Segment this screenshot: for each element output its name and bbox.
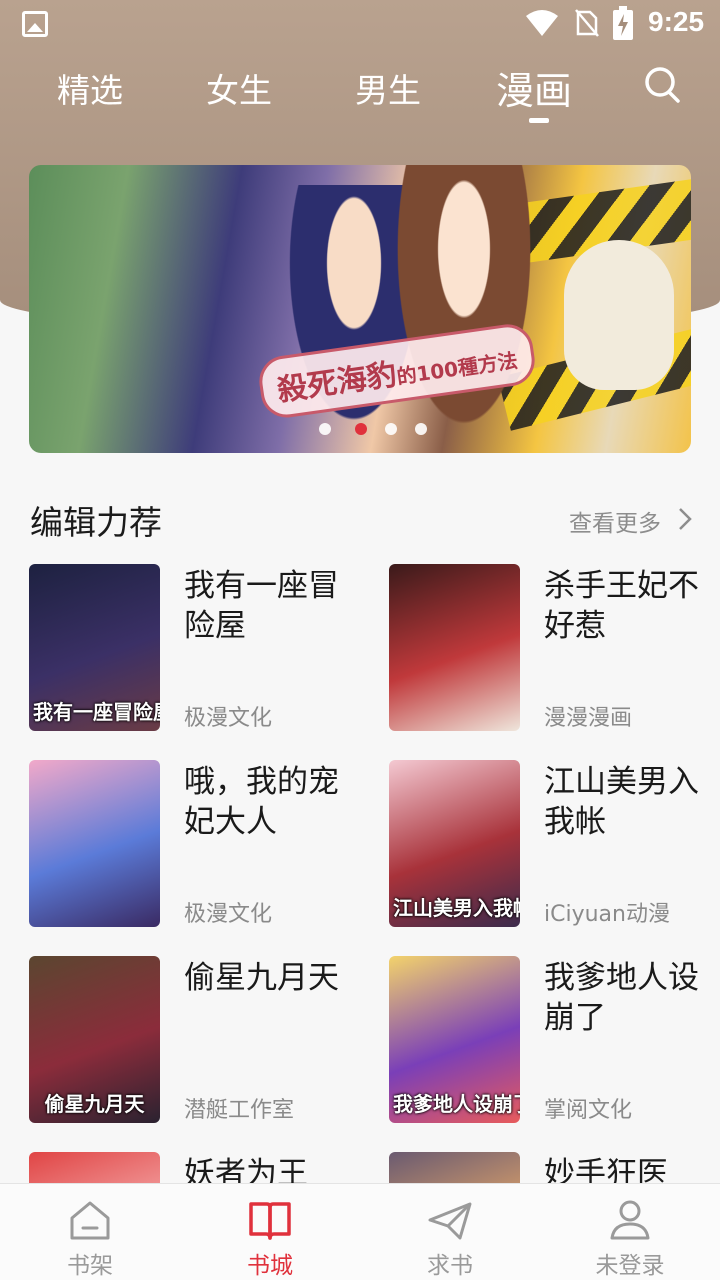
cover-caption: 江山美男入我帐 xyxy=(393,896,520,920)
book-card[interactable]: 我爹地人设崩了 我爹地人设崩了 掌阅文化 xyxy=(389,956,719,1124)
book-author: 掌阅文化 xyxy=(544,1098,633,1123)
tab-comics[interactable]: 漫画 xyxy=(496,60,572,115)
book-card[interactable]: 杀手王妃不好惹漫漫漫画 xyxy=(389,564,719,732)
carousel-dot[interactable] xyxy=(415,423,427,435)
nav-request-book[interactable]: 求书 xyxy=(360,1184,540,1280)
battery-charging-icon xyxy=(613,6,633,40)
nav-bookstore[interactable]: 书城 xyxy=(180,1184,360,1280)
book-title[interactable]: 我爹地人设崩了 xyxy=(544,958,719,1038)
chevron-right-icon[interactable] xyxy=(678,507,692,531)
user-icon xyxy=(610,1200,650,1240)
banner-character xyxy=(389,165,539,445)
nav-label: 未登录 xyxy=(595,1253,665,1279)
book-title[interactable]: 杀手王妃不好惹 xyxy=(544,566,719,646)
paper-plane-icon xyxy=(428,1202,472,1240)
book-author: iCiyuan动漫 xyxy=(544,902,670,927)
book-cover[interactable]: 我爹地人设崩了 xyxy=(389,956,520,1123)
book-title[interactable]: 哦，我的宠妃大人 xyxy=(184,762,359,842)
book-author: 极漫文化 xyxy=(184,902,273,927)
book-cover[interactable]: 我有一座冒险屋 xyxy=(29,564,160,731)
book-title[interactable]: 我有一座冒险屋 xyxy=(184,566,359,646)
book-author: 极漫文化 xyxy=(184,706,273,731)
tab-male[interactable]: 男生 xyxy=(355,64,421,112)
cover-caption: 我爹地人设崩了 xyxy=(393,1092,520,1116)
book-icon xyxy=(249,1202,291,1240)
book-cover[interactable] xyxy=(389,564,520,731)
book-card[interactable]: 我有一座冒险屋 我有一座冒险屋 极漫文化 xyxy=(29,564,359,732)
book-author: 潜艇工作室 xyxy=(184,1098,295,1123)
section-title: 编辑力荐 xyxy=(30,503,162,542)
banner-title-main: 殺死海豹 xyxy=(275,357,399,409)
banner-carousel[interactable]: 殺死海豹的100種方法 xyxy=(29,165,691,453)
banner-title-sub: 的100種方法 xyxy=(395,348,520,389)
wifi-icon xyxy=(526,10,558,36)
carousel-dot-active[interactable] xyxy=(355,423,367,435)
bottom-navigation: 书架 书城 求书 未登录 xyxy=(0,1183,720,1280)
status-bar: 9:25 xyxy=(0,0,720,50)
no-sim-icon xyxy=(575,9,599,37)
book-author: 漫漫漫画 xyxy=(544,706,633,731)
book-card[interactable]: 江山美男入我帐 江山美男入我帐 iCiyuan动漫 xyxy=(389,760,719,928)
book-cover[interactable] xyxy=(29,760,160,927)
seal-illustration xyxy=(564,240,674,390)
book-title[interactable]: 偷星九月天 xyxy=(184,958,359,998)
nav-login[interactable]: 未登录 xyxy=(540,1184,720,1280)
book-card[interactable]: 哦，我的宠妃大人极漫文化 xyxy=(29,760,359,928)
active-tab-indicator xyxy=(529,118,549,123)
nav-label: 书架 xyxy=(67,1253,113,1279)
top-tab-bar: 精选 女生 男生 漫画 xyxy=(0,58,720,128)
nav-label: 求书 xyxy=(427,1253,473,1279)
book-title[interactable]: 江山美男入我帐 xyxy=(544,762,719,842)
book-cover[interactable]: 江山美男入我帐 xyxy=(389,760,520,927)
cover-caption: 我有一座冒险屋 xyxy=(33,700,160,724)
nav-bookshelf[interactable]: 书架 xyxy=(0,1184,180,1280)
image-notification-icon xyxy=(22,11,48,37)
see-more-link[interactable]: 查看更多 xyxy=(569,504,661,538)
book-card[interactable]: 偷星九月天 偷星九月天 潜艇工作室 xyxy=(29,956,359,1124)
search-icon[interactable] xyxy=(642,64,682,104)
home-icon xyxy=(70,1201,110,1240)
nav-label: 书城 xyxy=(247,1253,293,1279)
book-cover[interactable]: 偷星九月天 xyxy=(29,956,160,1123)
cover-caption: 偷星九月天 xyxy=(44,1092,145,1116)
tab-female[interactable]: 女生 xyxy=(206,64,272,112)
carousel-dot[interactable] xyxy=(319,423,331,435)
tab-featured[interactable]: 精选 xyxy=(57,64,123,112)
carousel-dot[interactable] xyxy=(385,423,397,435)
clock: 9:25 xyxy=(648,6,705,37)
